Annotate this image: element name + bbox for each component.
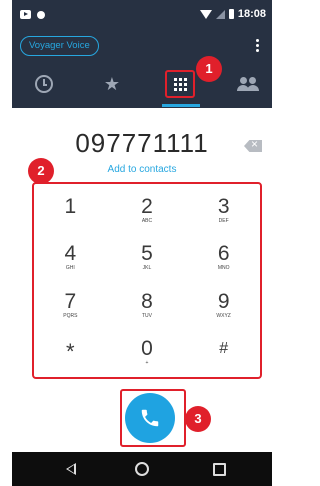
contacts-icon — [237, 77, 259, 91]
status-right-icons: 18:08 — [199, 8, 266, 20]
notification-box-icon — [20, 10, 31, 19]
tab-contacts[interactable] — [222, 70, 272, 98]
key-star[interactable]: * — [32, 329, 109, 377]
app-bar: Voyager Voice ★ — [12, 30, 272, 108]
key-digit: 7 — [64, 289, 77, 313]
status-time: 18:08 — [237, 8, 266, 20]
key-0[interactable]: 0 + — [109, 329, 186, 377]
phone-screen: 18:08 Voyager Voice ★ 1 097771111 Add to… — [12, 0, 272, 486]
key-9[interactable]: 9 WXYZ — [185, 281, 262, 329]
key-digit: 2 — [141, 194, 153, 218]
key-4[interactable]: 4 GHI — [32, 234, 109, 282]
status-left-icons — [20, 10, 45, 19]
key-letters: DEF — [218, 217, 229, 224]
recent-apps-icon[interactable] — [213, 463, 226, 476]
wifi-icon — [199, 9, 212, 19]
system-nav-bar — [12, 452, 272, 486]
key-7[interactable]: 7 PQRS — [32, 281, 109, 329]
battery-icon — [228, 9, 234, 19]
key-digit: 5 — [141, 242, 153, 266]
dialed-number[interactable]: 097771111 — [12, 128, 272, 159]
history-icon — [35, 75, 53, 93]
keypad-icon — [165, 70, 195, 98]
home-icon[interactable] — [135, 462, 149, 476]
key-digit: # — [219, 339, 229, 357]
signal-icon — [215, 9, 225, 19]
key-letters: TUV — [141, 312, 152, 319]
back-icon[interactable] — [66, 463, 76, 475]
key-digit: 3 — [217, 194, 230, 218]
key-letters: MNO — [217, 265, 230, 272]
call-button[interactable] — [125, 393, 175, 443]
key-letters: GHI — [65, 265, 75, 272]
key-letters: JKL — [142, 265, 152, 272]
key-8[interactable]: 8 TUV — [109, 281, 186, 329]
dial-keypad: 1 2 ABC 3 DEF 4 GHI 5 JKL 6 MNO 7 PQRS 8 TUV 9W… — [32, 186, 262, 376]
account-chip[interactable]: Voyager Voice — [20, 36, 99, 56]
annotation-badge-1: 1 — [196, 56, 222, 82]
key-digit: * — [66, 338, 75, 364]
key-hash[interactable]: # — [185, 329, 262, 377]
key-3[interactable]: 3 DEF — [185, 186, 262, 234]
key-5[interactable]: 5 JKL — [109, 234, 186, 282]
star-icon: ★ — [103, 74, 121, 94]
key-letters: ABC — [141, 217, 153, 224]
key-digit: 8 — [141, 289, 153, 313]
key-digit: 9 — [217, 289, 230, 313]
overflow-menu-icon[interactable] — [256, 39, 260, 53]
key-letters: WXYZ — [216, 312, 231, 319]
key-1[interactable]: 1 — [32, 186, 109, 234]
key-letters: PQRS — [63, 312, 78, 319]
key-letters: + — [145, 360, 149, 367]
tab-favorites[interactable]: ★ — [86, 70, 138, 98]
key-6[interactable]: 6 MNO — [185, 234, 262, 282]
key-digit: 0 — [141, 337, 153, 361]
status-bar: 18:08 — [12, 0, 272, 30]
annotation-badge-2: 2 — [28, 158, 54, 184]
key-digit: 4 — [64, 242, 77, 266]
key-digit: 6 — [217, 242, 230, 266]
dot-icon — [37, 10, 45, 19]
key-digit: 1 — [64, 194, 77, 218]
tab-history[interactable] — [18, 70, 70, 98]
selected-tab-indicator — [162, 104, 200, 107]
phone-icon — [141, 409, 159, 427]
key-2[interactable]: 2 ABC — [109, 186, 186, 234]
annotation-badge-3: 3 — [185, 406, 211, 432]
